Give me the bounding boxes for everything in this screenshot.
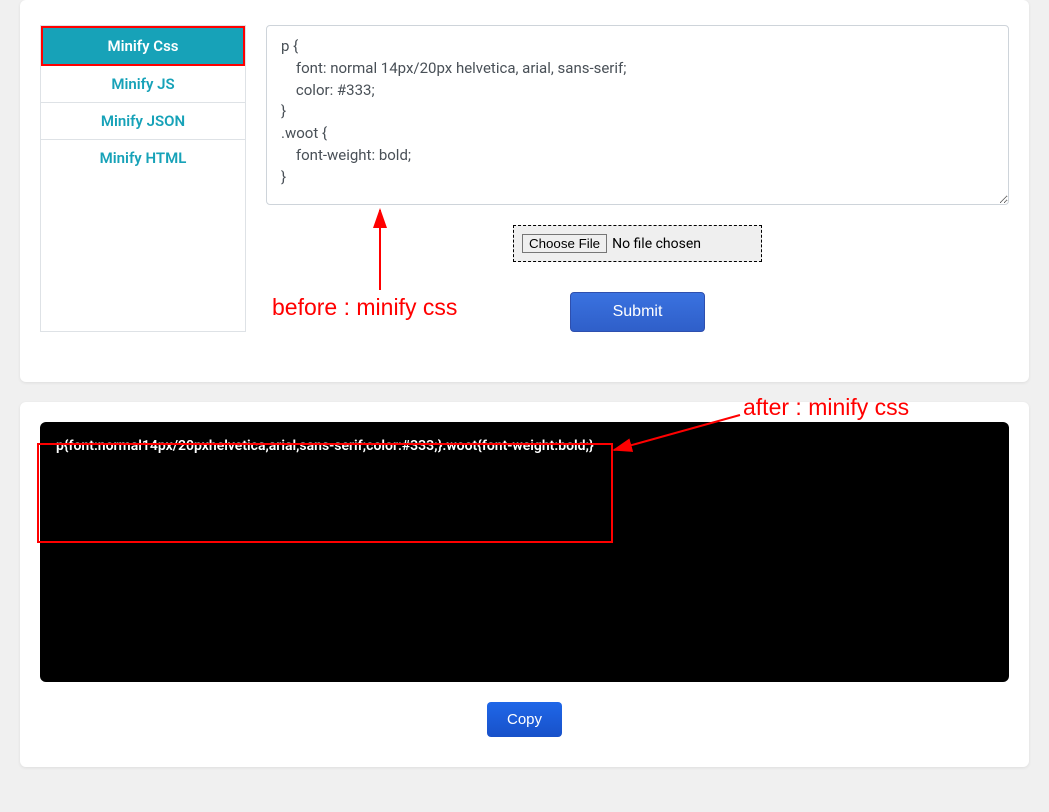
copy-button[interactable]: Copy — [487, 702, 562, 737]
file-status-text: No file chosen — [612, 236, 701, 252]
choose-file-button[interactable]: Choose File — [522, 234, 607, 253]
tab-minify-json[interactable]: Minify JSON — [41, 103, 245, 140]
tabs-list: Minify Css Minify JS Minify JSON Minify … — [40, 25, 246, 332]
input-panel: Minify Css Minify JS Minify JSON Minify … — [20, 0, 1029, 382]
tab-minify-html[interactable]: Minify HTML — [41, 140, 245, 176]
submit-button[interactable]: Submit — [570, 292, 706, 332]
input-column: Choose File No file chosen Submit — [266, 25, 1009, 332]
output-panel: p{font:normal14px/20pxhelvetica,arial,sa… — [20, 402, 1029, 767]
file-picker: Choose File No file chosen — [513, 225, 762, 262]
tab-minify-css[interactable]: Minify Css — [41, 26, 245, 66]
minified-output: p{font:normal14px/20pxhelvetica,arial,sa… — [40, 422, 1009, 682]
tab-minify-js[interactable]: Minify JS — [41, 66, 245, 103]
css-input[interactable] — [266, 25, 1009, 205]
